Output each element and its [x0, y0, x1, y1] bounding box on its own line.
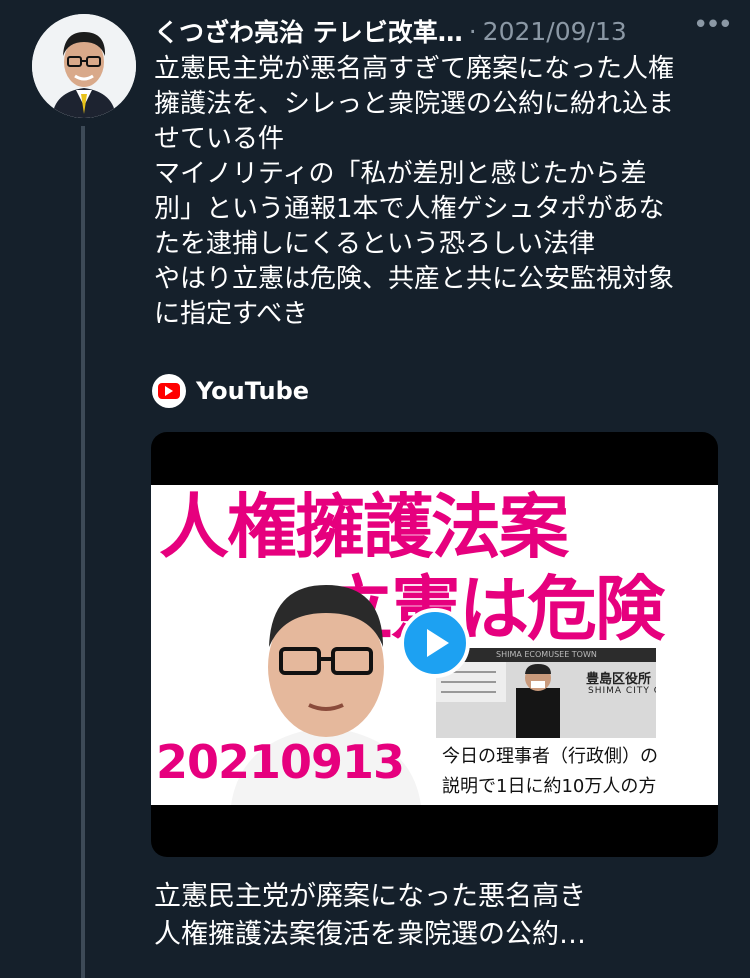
- tweet-date[interactable]: 2021/09/13: [483, 17, 627, 46]
- tweet-line: に指定すべき: [154, 299, 309, 329]
- avatar[interactable]: [32, 14, 136, 118]
- thumbnail-title-1: 人権擁護法案: [159, 486, 569, 568]
- thumbnail-date: 20210913: [156, 735, 405, 789]
- youtube-icon: [152, 374, 186, 408]
- source-name: YouTube: [196, 377, 310, 405]
- link-title-line: 立憲民主党が廃案になった悪名高き: [154, 881, 586, 912]
- tweet-line: やはり立憲は危険、共産と共に公安監視対象: [154, 264, 675, 294]
- caption-line: 説明で1日に約10万人の方: [442, 776, 657, 797]
- tweet-line: 擁護法を、シレっと衆院選の公約に紛れ込ま: [154, 89, 675, 119]
- link-title[interactable]: 立憲民主党が廃案になった悪名高き 人権擁護法案復活を衆院選の公約…: [154, 878, 734, 954]
- more-dots-icon[interactable]: •••: [693, 10, 733, 40]
- separator: ·: [468, 16, 477, 46]
- tweet-line: たを逮捕しにくるという恐ろしい法律: [154, 229, 595, 259]
- caption-line: 今日の理事者（行政側）の: [442, 746, 658, 767]
- inset-sign: 豊島区役所: [586, 672, 652, 687]
- video-card[interactable]: 人権擁護法案 立憲は危険 20210913 SHIMA ECOMUSEE TOW…: [151, 432, 718, 857]
- thumbnail-caption: 今日の理事者（行政側）の 説明で1日に約10万人の方: [436, 738, 718, 805]
- profile-photo: [32, 14, 136, 118]
- tweet-body: 立憲民主党が悪名高すぎて廃案になった人権 擁護法を、シレっと衆院選の公約に紛れ込…: [154, 52, 740, 332]
- link-source[interactable]: YouTube: [152, 373, 309, 409]
- tweet-header: くつざわ亮治 テレビ改革… · 2021/09/13: [154, 14, 740, 48]
- play-button-icon[interactable]: [400, 608, 470, 678]
- tweet-line: 立憲民主党が悪名高すぎて廃案になった人権: [154, 54, 675, 84]
- tweet-line: 別」という通報1本で人権ゲシュタポがあな: [154, 194, 665, 224]
- thumbnail-inset: SHIMA ECOMUSEE TOWN 豊島区役所 SHIMA CITY OFF…: [436, 648, 656, 738]
- tweet-line: マイノリティの「私が差別と感じたから差: [154, 159, 647, 189]
- inset-sign-en: SHIMA CITY OFFICE: [588, 686, 656, 696]
- link-title-line: 人権擁護法案復活を衆院選の公約…: [154, 919, 586, 950]
- author-name[interactable]: くつざわ亮治 テレビ改革…: [154, 13, 463, 49]
- thread-line: [81, 126, 85, 978]
- tweet-line: せている件: [154, 124, 285, 154]
